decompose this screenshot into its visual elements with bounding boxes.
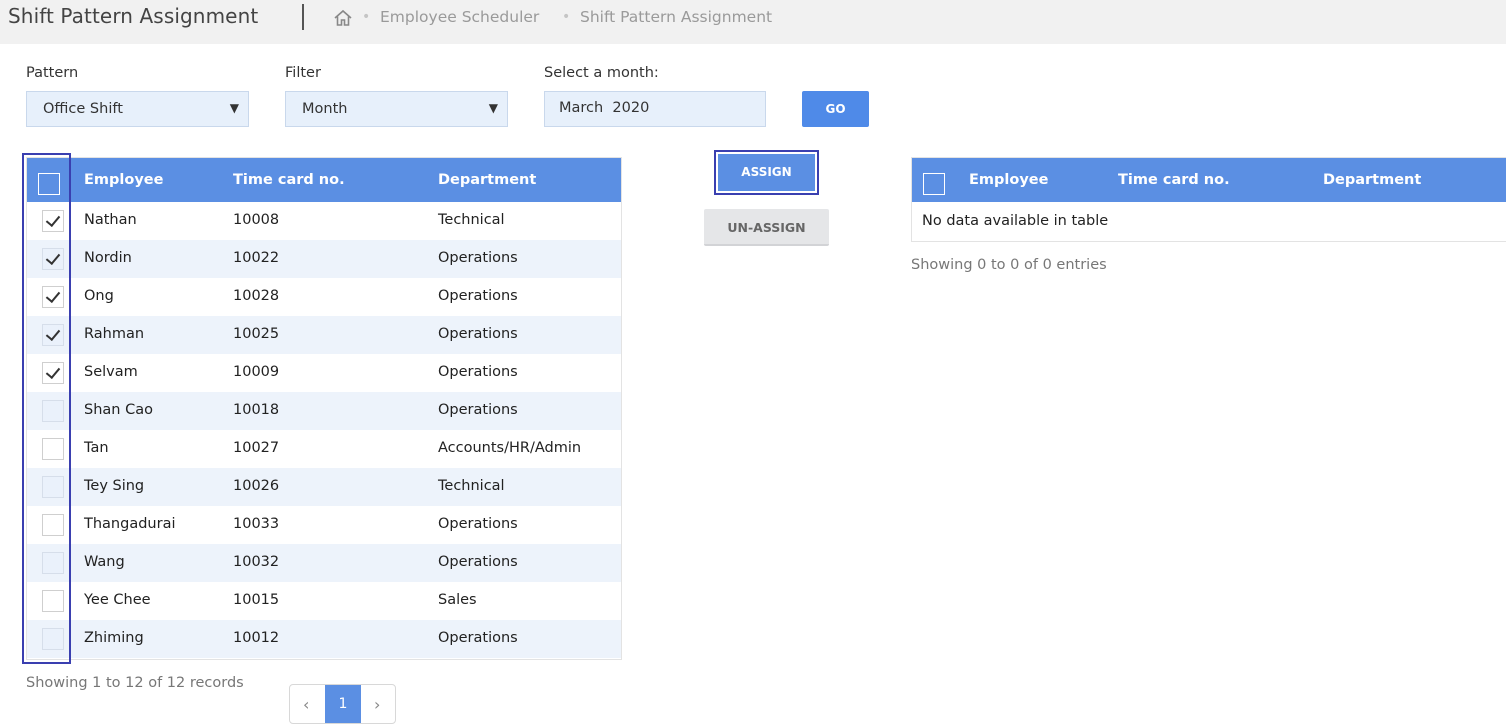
timecard-number: 10012 — [233, 630, 280, 646]
employee-name: Zhiming — [84, 630, 144, 646]
breadcrumb-current: Shift Pattern Assignment — [580, 8, 773, 26]
assign-button[interactable]: ASSIGN — [718, 154, 815, 191]
table-header: Employee Time card no. Department — [912, 158, 1506, 202]
employee-table: Employee Time card no. Department Nathan… — [26, 157, 622, 660]
column-header-department[interactable]: Department — [438, 172, 536, 188]
table-row[interactable]: Nordin 10022 Operations — [27, 240, 621, 278]
title-divider — [302, 4, 304, 30]
employee-name: Nathan — [84, 212, 137, 228]
department-name: Operations — [438, 288, 518, 304]
go-button[interactable]: GO — [802, 91, 869, 127]
timecard-number: 10008 — [233, 212, 280, 228]
timecard-number: 10032 — [233, 554, 280, 570]
pattern-select-value: Office Shift — [43, 101, 123, 117]
timecard-number: 10018 — [233, 402, 280, 418]
empty-table-message: No data available in table — [922, 213, 1109, 229]
department-name: Operations — [438, 402, 518, 418]
employee-name: Wang — [84, 554, 125, 570]
employee-name: Yee Chee — [84, 592, 151, 608]
table-header: Employee Time card no. Department — [27, 158, 621, 202]
select-all-checkbox[interactable] — [923, 173, 945, 195]
table-row[interactable]: Shan Cao 10018 Operations — [27, 392, 621, 430]
pagination-page-1[interactable]: 1 — [325, 685, 361, 723]
column-header-employee[interactable]: Employee — [84, 172, 163, 188]
department-name: Operations — [438, 326, 518, 342]
department-name: Technical — [438, 212, 505, 228]
filter-label: Filter — [285, 65, 321, 81]
department-name: Operations — [438, 516, 518, 532]
department-name: Operations — [438, 364, 518, 380]
table-row[interactable]: Wang 10032 Operations — [27, 544, 621, 582]
month-input[interactable]: March 2020 — [544, 91, 766, 127]
timecard-number: 10026 — [233, 478, 280, 494]
employee-name: Rahman — [84, 326, 145, 342]
filter-select[interactable]: Month ▼ — [285, 91, 508, 127]
table-row[interactable]: Tan 10027 Accounts/HR/Admin — [27, 430, 621, 468]
pagination: ‹ 1 › — [289, 684, 396, 724]
pagination-prev-button[interactable]: ‹ — [303, 695, 309, 714]
month-label: Select a month: — [544, 65, 659, 81]
page-title: Shift Pattern Assignment — [8, 4, 259, 28]
table-row[interactable]: Selvam 10009 Operations — [27, 354, 621, 392]
table-row[interactable]: Yee Chee 10015 Sales — [27, 582, 621, 620]
checkbox-column-highlight — [22, 153, 71, 664]
pagination-next-button[interactable]: › — [374, 695, 380, 714]
timecard-number: 10022 — [233, 250, 280, 266]
employee-name: Nordin — [84, 250, 132, 266]
breadcrumb-separator: • — [562, 9, 571, 25]
assigned-table: Employee Time card no. Department No dat… — [911, 157, 1506, 242]
column-header-employee[interactable]: Employee — [969, 172, 1048, 188]
employee-name: Ong — [84, 288, 114, 304]
timecard-number: 10033 — [233, 516, 280, 532]
timecard-number: 10025 — [233, 326, 280, 342]
chevron-down-icon: ▼ — [229, 101, 239, 115]
department-name: Operations — [438, 554, 518, 570]
month-input-value: March 2020 — [559, 100, 650, 116]
breadcrumb-separator: • — [362, 9, 371, 25]
table-row[interactable]: Rahman 10025 Operations — [27, 316, 621, 354]
employee-name: Selvam — [84, 364, 138, 380]
pattern-select[interactable]: Office Shift ▼ — [26, 91, 249, 127]
timecard-number: 10028 — [233, 288, 280, 304]
chevron-down-icon: ▼ — [488, 101, 498, 115]
left-table-info: Showing 1 to 12 of 12 records — [26, 675, 244, 691]
home-icon[interactable] — [333, 8, 353, 28]
timecard-number: 10009 — [233, 364, 280, 380]
breadcrumb-employee-scheduler[interactable]: Employee Scheduler — [380, 8, 539, 26]
department-name: Operations — [438, 630, 518, 646]
column-header-timecard[interactable]: Time card no. — [233, 172, 345, 188]
column-header-timecard[interactable]: Time card no. — [1118, 172, 1230, 188]
pattern-label: Pattern — [26, 65, 79, 81]
employee-name: Tey Sing — [84, 478, 145, 494]
unassign-button[interactable]: UN-ASSIGN — [704, 209, 829, 246]
employee-name: Shan Cao — [84, 402, 153, 418]
timecard-number: 10015 — [233, 592, 280, 608]
column-header-department[interactable]: Department — [1323, 172, 1421, 188]
top-bar: Shift Pattern Assignment • Employee Sche… — [0, 0, 1506, 44]
right-table-info: Showing 0 to 0 of 0 entries — [911, 257, 1107, 273]
table-row[interactable]: Tey Sing 10026 Technical — [27, 468, 621, 506]
table-row[interactable]: Thangadurai 10033 Operations — [27, 506, 621, 544]
department-name: Operations — [438, 250, 518, 266]
filter-select-value: Month — [302, 101, 348, 117]
table-row[interactable]: Ong 10028 Operations — [27, 278, 621, 316]
department-name: Sales — [438, 592, 477, 608]
employee-name: Thangadurai — [84, 516, 176, 532]
timecard-number: 10027 — [233, 440, 280, 456]
table-row[interactable]: Nathan 10008 Technical — [27, 202, 621, 240]
employee-name: Tan — [84, 440, 109, 456]
department-name: Accounts/HR/Admin — [438, 440, 582, 456]
department-name: Technical — [438, 478, 505, 494]
table-row[interactable]: Zhiming 10012 Operations — [27, 620, 621, 658]
assign-button-focus-ring: ASSIGN — [714, 150, 819, 195]
